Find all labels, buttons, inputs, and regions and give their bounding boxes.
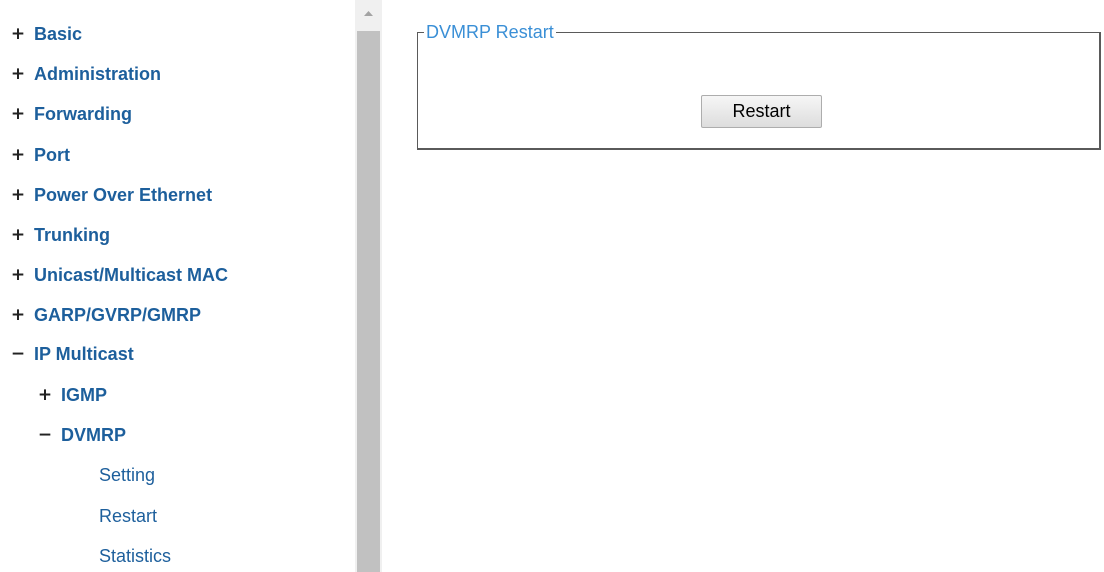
restart-button[interactable]: Restart xyxy=(701,95,822,128)
sidebar-item-trunking[interactable]: + Trunking xyxy=(6,221,110,249)
sidebar-item-power-over-ethernet[interactable]: + Power Over Ethernet xyxy=(6,181,212,209)
scroll-thumb[interactable] xyxy=(357,31,380,572)
expand-icon: + xyxy=(10,225,26,245)
expand-icon: + xyxy=(10,185,26,205)
sidebar-item-label: IP Multicast xyxy=(34,343,134,364)
scroll-up-arrow-icon xyxy=(364,11,373,16)
sidebar-item-label: Administration xyxy=(34,63,162,84)
sidebar-item-unicast-multicast-mac[interactable]: + Unicast/Multicast MAC xyxy=(6,261,228,289)
expand-icon: + xyxy=(10,104,26,124)
sidebar-item-label: Basic xyxy=(34,23,83,44)
expand-icon: + xyxy=(37,385,53,405)
expand-icon: + xyxy=(10,145,26,165)
sidebar-link-restart[interactable]: Restart xyxy=(99,502,157,530)
sidebar-scrollbar[interactable] xyxy=(355,0,382,572)
sidebar-item-label: IGMP xyxy=(61,384,108,405)
collapse-icon: − xyxy=(10,344,26,364)
sidebar-item-dvmrp[interactable]: − DVMRP xyxy=(33,421,126,449)
sidebar-item-label: Power Over Ethernet xyxy=(34,184,213,205)
sidebar-nav: + Basic + Administration + Forwarding + … xyxy=(0,0,350,572)
sidebar-item-basic[interactable]: + Basic xyxy=(6,20,82,48)
scroll-up-button[interactable] xyxy=(355,0,382,27)
expand-icon: + xyxy=(10,64,26,84)
expand-icon: + xyxy=(10,24,26,44)
sidebar-item-label: DVMRP xyxy=(61,424,127,445)
expand-icon: + xyxy=(10,305,26,325)
sidebar-item-administration[interactable]: + Administration xyxy=(6,60,161,88)
sidebar-item-label: GARP/GVRP/GMRP xyxy=(34,304,202,325)
sidebar-item-port[interactable]: + Port xyxy=(6,141,70,169)
sidebar-item-label: Port xyxy=(34,144,70,165)
group-legend: DVMRP Restart xyxy=(424,20,556,44)
sidebar-item-forwarding[interactable]: + Forwarding xyxy=(6,100,132,128)
sidebar-link-statistics[interactable]: Statistics xyxy=(99,542,171,570)
sidebar-item-igmp[interactable]: + IGMP xyxy=(33,381,107,409)
page: + Basic + Administration + Forwarding + … xyxy=(0,0,1104,572)
sidebar-link-setting[interactable]: Setting xyxy=(99,461,155,489)
sidebar-item-label: Unicast/Multicast MAC xyxy=(34,264,229,285)
sidebar-item-label: Trunking xyxy=(34,224,110,245)
dvmrp-restart-group xyxy=(417,32,1101,150)
expand-icon: + xyxy=(10,265,26,285)
sidebar-item-ip-multicast[interactable]: − IP Multicast xyxy=(6,340,134,368)
sidebar-item-label: Forwarding xyxy=(34,103,132,124)
sidebar-item-garp-gvrp-gmrp[interactable]: + GARP/GVRP/GMRP xyxy=(6,301,201,329)
collapse-icon: − xyxy=(37,425,53,445)
